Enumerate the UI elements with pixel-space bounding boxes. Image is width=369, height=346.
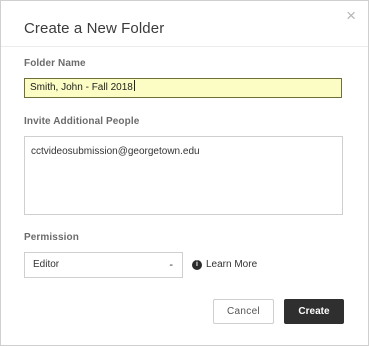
close-icon[interactable]: × — [346, 7, 356, 24]
invite-value: cctvideosubmission@georgetown.edu — [31, 146, 200, 157]
permission-select[interactable]: Editor - — [24, 252, 183, 278]
chevron-down-icon: - — [169, 259, 173, 271]
info-icon: i — [192, 260, 202, 270]
folder-name-value: Smith, John - Fall 2018 — [30, 82, 133, 93]
permission-label: Permission — [24, 232, 79, 243]
invite-textarea[interactable]: cctvideosubmission@georgetown.edu — [24, 136, 343, 215]
header-divider — [1, 46, 368, 47]
text-cursor — [133, 80, 135, 91]
dialog-title: Create a New Folder — [24, 20, 165, 37]
learn-more-link[interactable]: Learn More — [206, 259, 257, 270]
invite-label: Invite Additional People — [24, 116, 140, 127]
folder-name-label: Folder Name — [24, 58, 86, 69]
create-folder-dialog: × Create a New Folder Folder Name Smith,… — [0, 0, 369, 346]
create-button[interactable]: Create — [284, 299, 344, 324]
cancel-button[interactable]: Cancel — [213, 299, 274, 324]
permission-selected-value: Editor — [33, 259, 60, 270]
folder-name-input[interactable]: Smith, John - Fall 2018 — [24, 78, 342, 98]
